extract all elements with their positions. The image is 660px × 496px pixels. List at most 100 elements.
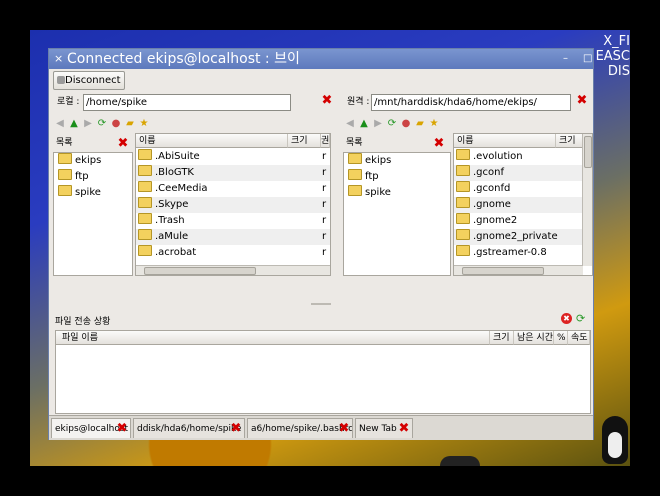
remote-clear-icon[interactable]: ✖: [576, 94, 588, 107]
pane-splitter-handle[interactable]: [311, 303, 331, 305]
ftp-client-window: × Connected ekips@localhost : 브이 – □ Dis…: [48, 48, 594, 440]
file-name: .CeeMedia: [155, 183, 208, 194]
tree-item-label: ftp: [365, 171, 379, 182]
home-icon[interactable]: ●: [399, 117, 413, 131]
remote-tree-close-icon[interactable]: ✖: [433, 137, 445, 150]
forward-arrow-icon[interactable]: ▶: [371, 117, 385, 131]
tab-new-tab[interactable]: New Tab ✖: [355, 418, 413, 438]
folder-icon: [138, 149, 152, 160]
up-arrow-icon[interactable]: ▲: [357, 117, 371, 131]
file-row[interactable]: .CeeMedia r: [136, 181, 330, 197]
plug-icon: [57, 76, 65, 84]
file-name: .acrobat: [155, 247, 197, 258]
file-row[interactable]: .acrobat r: [136, 245, 330, 261]
tab-label: ddisk/hda6/home/spike: [137, 424, 242, 434]
file-row[interactable]: .Trash r: [136, 213, 330, 229]
home-icon[interactable]: ●: [109, 117, 123, 131]
file-row[interactable]: .aMule r: [136, 229, 330, 245]
refresh-icon[interactable]: ⟳: [385, 117, 399, 131]
tree-item[interactable]: spike: [54, 185, 132, 201]
tab-close-icon[interactable]: ✖: [116, 422, 128, 435]
file-row[interactable]: .gconf: [454, 165, 583, 181]
back-arrow-icon[interactable]: ◀: [343, 117, 357, 131]
file-row[interactable]: .BloGTK r: [136, 165, 330, 181]
column-header-name[interactable]: 이름: [454, 134, 556, 148]
file-name: .gnome2: [473, 215, 518, 226]
folder-icon: [348, 153, 362, 164]
folder-icon: [138, 229, 152, 240]
desktop-label-2[interactable]: EASC: [590, 49, 630, 64]
bookmark-star-icon[interactable]: ★: [137, 117, 151, 131]
tree-item-label: ekips: [75, 155, 102, 166]
tree-item[interactable]: ftp: [344, 169, 450, 185]
column-header-name[interactable]: 이름: [136, 134, 288, 148]
column-header-size[interactable]: 크기: [556, 134, 583, 148]
file-row[interactable]: .Skype r: [136, 197, 330, 213]
desktop-label-3[interactable]: DIS: [590, 64, 630, 79]
tree-item[interactable]: ftp: [54, 169, 132, 185]
tab-bar: ekips@localhost ✖ ddisk/hda6/home/spike …: [49, 415, 593, 440]
column-header-time-left[interactable]: 남은 시간: [514, 331, 554, 345]
tree-item[interactable]: spike: [344, 185, 450, 201]
file-perm: r: [322, 167, 327, 178]
stop-transfer-icon[interactable]: ✖: [561, 313, 572, 324]
file-row[interactable]: .AbiSuite r: [136, 149, 330, 165]
scrollbar-thumb[interactable]: [144, 267, 256, 275]
local-horizontal-scrollbar[interactable]: [136, 265, 330, 275]
window-close-icon[interactable]: ×: [54, 52, 63, 65]
minimize-icon[interactable]: –: [563, 53, 568, 64]
column-header-size[interactable]: 크기: [288, 134, 321, 148]
file-row[interactable]: .gnome2: [454, 213, 583, 229]
file-name: .BloGTK: [155, 167, 194, 178]
folder-icon: [456, 181, 470, 192]
file-name: .gnome: [473, 199, 511, 210]
tab-close-icon[interactable]: ✖: [338, 422, 350, 435]
maximize-icon[interactable]: □: [583, 53, 592, 64]
refresh-icon[interactable]: ⟳: [95, 117, 109, 131]
folder-icon: [138, 245, 152, 256]
tab-close-icon[interactable]: ✖: [398, 422, 410, 435]
file-perm: r: [322, 215, 327, 226]
column-header-percent[interactable]: %: [554, 331, 568, 345]
scrollbar-thumb[interactable]: [584, 136, 592, 168]
tree-item[interactable]: ekips: [344, 153, 450, 169]
file-row[interactable]: .evolution: [454, 149, 583, 165]
local-nav-bar: ◀ ▲ ▶ ⟳ ● ▰ ★: [53, 117, 151, 131]
disconnect-button[interactable]: Disconnect: [53, 71, 125, 90]
folder-icon: [456, 165, 470, 176]
new-folder-icon[interactable]: ▰: [413, 117, 427, 131]
local-path-input[interactable]: /home/spike: [83, 94, 291, 111]
column-header-size[interactable]: 크기: [490, 331, 514, 345]
local-file-list: 이름 크기 권 .AbiSuite r .BloGTK r .CeeMedia r .…: [135, 133, 331, 276]
tab-local-path[interactable]: ddisk/hda6/home/spike ✖: [133, 418, 245, 438]
remote-horizontal-scrollbar[interactable]: [454, 265, 583, 275]
file-row[interactable]: .gconfd: [454, 181, 583, 197]
tab-ekips-localhost[interactable]: ekips@localhost ✖: [51, 418, 131, 438]
bookmark-star-icon[interactable]: ★: [427, 117, 441, 131]
column-header-permission[interactable]: 권: [321, 134, 330, 148]
local-tree-close-icon[interactable]: ✖: [117, 137, 129, 150]
folder-icon: [138, 181, 152, 192]
forward-arrow-icon[interactable]: ▶: [81, 117, 95, 131]
remote-vertical-scrollbar[interactable]: [582, 134, 592, 266]
column-header-speed[interactable]: 속도: [568, 331, 590, 345]
new-folder-icon[interactable]: ▰: [123, 117, 137, 131]
tab-bashrc[interactable]: a6/home/spike/.bashrc ✖: [247, 418, 353, 438]
tree-item-label: spike: [75, 187, 101, 198]
refresh-transfer-icon[interactable]: ⟳: [576, 312, 585, 325]
tree-item[interactable]: ekips: [54, 153, 132, 169]
tab-close-icon[interactable]: ✖: [230, 422, 242, 435]
back-arrow-icon[interactable]: ◀: [53, 117, 67, 131]
scrollbar-thumb[interactable]: [462, 267, 544, 275]
file-row[interactable]: .gnome: [454, 197, 583, 213]
up-arrow-icon[interactable]: ▲: [67, 117, 81, 131]
local-clear-icon[interactable]: ✖: [321, 94, 333, 107]
desktop-label-1[interactable]: X_FI: [590, 34, 630, 49]
remote-path-input[interactable]: /mnt/harddisk/hda6/home/ekips/: [371, 94, 571, 111]
file-row[interactable]: .gnome2_private: [454, 229, 583, 245]
folder-icon: [58, 169, 72, 180]
file-row[interactable]: .gstreamer-0.8: [454, 245, 583, 261]
folder-icon: [456, 197, 470, 208]
column-header-filename[interactable]: 파일 이름: [56, 331, 490, 345]
title-bar[interactable]: × Connected ekips@localhost : 브이 – □: [49, 49, 593, 69]
